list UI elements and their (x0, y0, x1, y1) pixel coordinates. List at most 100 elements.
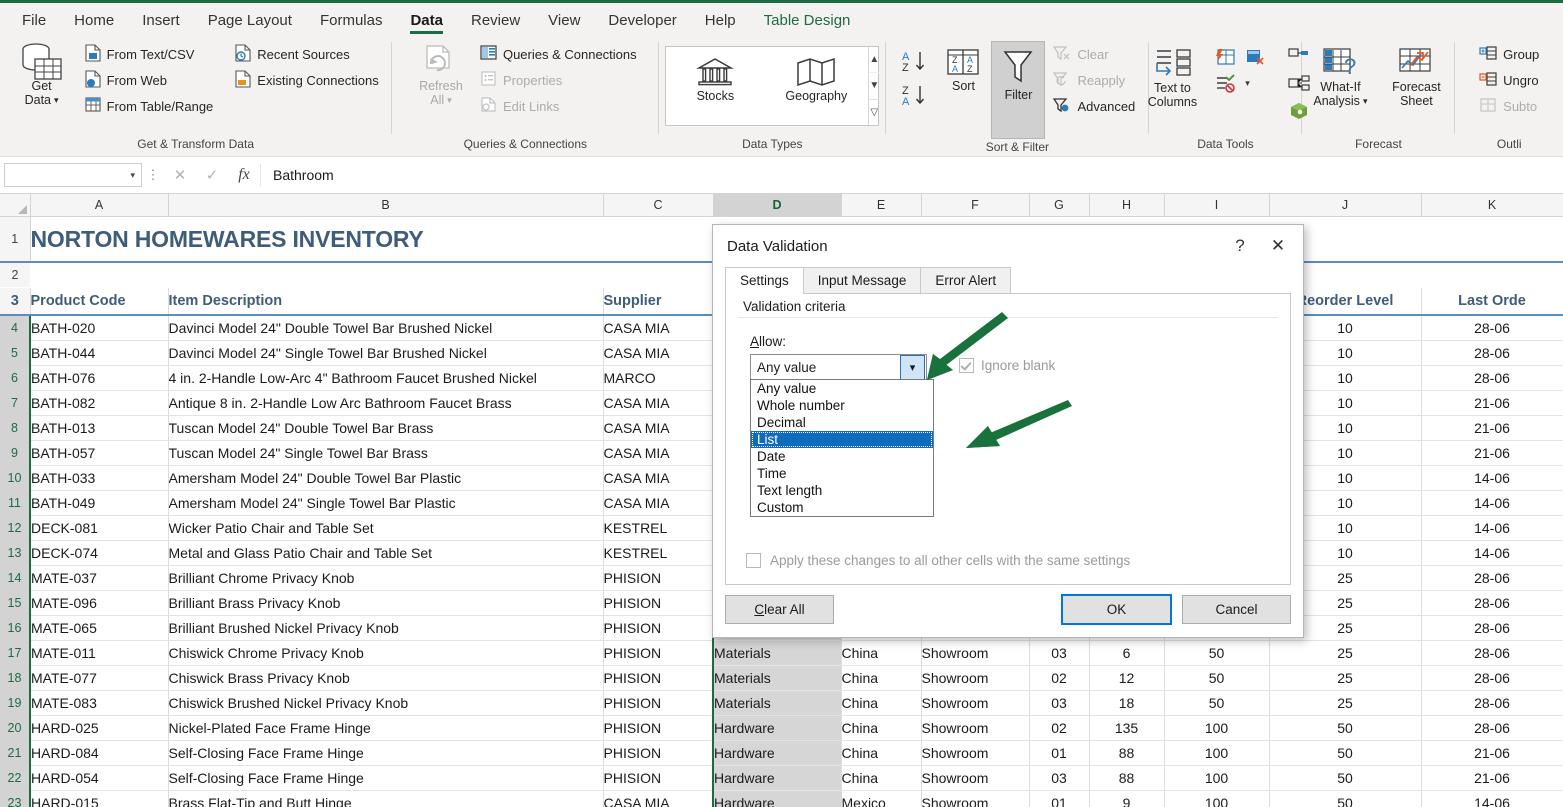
row-header-1[interactable]: 1 (0, 217, 30, 263)
cell-item-description[interactable]: Tuscan Model 24" Double Towel Bar Brass (168, 416, 603, 441)
column-header-i[interactable]: I (1164, 194, 1269, 217)
name-box[interactable]: ▾ (4, 163, 142, 187)
cell-supplier[interactable]: KESTREL (603, 541, 713, 566)
cell-supplier[interactable]: PHISION (603, 616, 713, 641)
cell-product-code[interactable]: MATE-011 (30, 641, 168, 666)
scroll-up-icon[interactable]: ▲ (869, 47, 879, 72)
cell-item-description[interactable]: Brass Flat-Tip and Butt Hinge (168, 791, 603, 807)
from-web-button[interactable]: From Web (81, 67, 218, 93)
allow-option-date[interactable]: Date (751, 448, 933, 465)
cell-country[interactable]: China (841, 641, 921, 666)
allow-option-decimal[interactable]: Decimal (751, 414, 933, 431)
row-header-8[interactable]: 8 (0, 416, 30, 441)
cell-item-description[interactable]: Brilliant Brass Privacy Knob (168, 591, 603, 616)
ribbon-tab-home[interactable]: Home (60, 6, 128, 36)
row-header-21[interactable]: 21 (0, 741, 30, 766)
column-header-c[interactable]: C (603, 194, 713, 217)
cell-supplier[interactable]: CASA MIA (603, 466, 713, 491)
help-icon[interactable]: ? (1221, 229, 1259, 263)
cell-location[interactable]: Showroom (921, 766, 1029, 791)
from-text-csv-button[interactable]: From Text/CSV (81, 41, 218, 67)
table-row[interactable]: 22HARD-054Self-Closing Face Frame HingeP… (0, 766, 1563, 791)
cell-location[interactable]: Showroom (921, 791, 1029, 807)
cell-supplier[interactable]: PHISION (603, 716, 713, 741)
cell-quantity[interactable]: 88 (1089, 741, 1164, 766)
cell-quantity[interactable]: 6 (1089, 641, 1164, 666)
table-row[interactable]: 19MATE-083Chiswick Brushed Nickel Privac… (0, 691, 1563, 716)
cell-item-description[interactable]: Davinci Model 24" Single Towel Bar Brush… (168, 341, 603, 366)
cell-item-description[interactable]: Self-Closing Face Frame Hinge (168, 766, 603, 791)
ignore-blank-checkbox[interactable] (959, 358, 974, 373)
row-header-17[interactable]: 17 (0, 641, 30, 666)
cell-product-code[interactable]: BATH-049 (30, 491, 168, 516)
cell-aisle[interactable]: 02 (1029, 666, 1089, 691)
cell-last-order[interactable]: 14-06 (1421, 541, 1563, 566)
row-header-16[interactable]: 16 (0, 616, 30, 641)
cell-quantity[interactable]: 88 (1089, 766, 1164, 791)
cell-quantity[interactable]: 9 (1089, 791, 1164, 807)
cell-aisle[interactable]: 01 (1029, 741, 1089, 766)
allow-option-text-length[interactable]: Text length (751, 482, 933, 499)
cell-item-description[interactable]: 4 in. 2-Handle Low-Arc 4" Bathroom Fauce… (168, 366, 603, 391)
allow-option-custom[interactable]: Custom (751, 499, 933, 516)
cell-location[interactable]: Showroom (921, 641, 1029, 666)
allow-option-any-value[interactable]: Any value (751, 380, 933, 397)
from-table-range-button[interactable]: From Table/Range (81, 93, 218, 119)
row-header-6[interactable]: 6 (0, 366, 30, 391)
cell-product-code[interactable]: MATE-083 (30, 691, 168, 716)
edit-links-button[interactable]: Edit Links (476, 93, 641, 119)
cell-reorder-level[interactable]: 50 (1269, 741, 1421, 766)
allow-option-time[interactable]: Time (751, 465, 933, 482)
allow-option-whole-number[interactable]: Whole number (751, 397, 933, 414)
data-types-scroll[interactable]: ▲ ▼ ▽ (868, 47, 879, 125)
cell-last-order[interactable]: 14-06 (1421, 516, 1563, 541)
cell-item-description[interactable]: Metal and Glass Patio Chair and Table Se… (168, 541, 603, 566)
cell-last-order[interactable]: 21-06 (1421, 391, 1563, 416)
cell-item-description[interactable]: Davinci Model 24" Double Towel Bar Brush… (168, 315, 603, 341)
refresh-all-button[interactable]: Refresh All▾ (410, 41, 472, 111)
cell-level[interactable]: 50 (1164, 641, 1269, 666)
ribbon-tab-view[interactable]: View (534, 6, 594, 36)
gallery-more-icon[interactable]: ▽ (869, 99, 879, 125)
row-header-19[interactable]: 19 (0, 691, 30, 716)
row-header-13[interactable]: 13 (0, 541, 30, 566)
cell-product-code[interactable]: MATE-096 (30, 591, 168, 616)
cell-item-description[interactable]: Amersham Model 24" Double Towel Bar Plas… (168, 466, 603, 491)
cell-last-order[interactable]: 28-06 (1421, 666, 1563, 691)
cell-product-code[interactable]: HARD-054 (30, 766, 168, 791)
cell-product-code[interactable]: BATH-082 (30, 391, 168, 416)
cell-supplier[interactable]: PHISION (603, 691, 713, 716)
what-if-analysis-button[interactable]: ? What-If Analysis▾ (1302, 42, 1378, 112)
cell-item-description[interactable]: Chiswick Brushed Nickel Privacy Knob (168, 691, 603, 716)
cell-last-order[interactable]: 28-06 (1421, 315, 1563, 341)
ribbon-tab-formulas[interactable]: Formulas (306, 6, 397, 36)
cell-supplier[interactable]: PHISION (603, 641, 713, 666)
ribbon-tab-developer[interactable]: Developer (594, 6, 690, 36)
cell-reorder-level[interactable]: 50 (1269, 791, 1421, 807)
select-all-corner[interactable] (0, 194, 30, 217)
row-header-22[interactable]: 22 (0, 766, 30, 791)
row-header-3[interactable]: 3 (0, 288, 30, 316)
table-row[interactable]: 23HARD-015Brass Flat-Tip and Butt HingeC… (0, 791, 1563, 807)
cell-product-code[interactable]: DECK-074 (30, 541, 168, 566)
cell-item-description[interactable]: Wicker Patio Chair and Table Set (168, 516, 603, 541)
cell-product-code[interactable]: BATH-020 (30, 315, 168, 341)
cell-level[interactable]: 100 (1164, 741, 1269, 766)
tab-error-alert[interactable]: Error Alert (920, 267, 1011, 294)
sort-asc-button[interactable]: AZ (895, 45, 935, 79)
cell-reorder-level[interactable]: 25 (1269, 641, 1421, 666)
scroll-down-icon[interactable]: ▼ (869, 72, 879, 98)
column-header-k[interactable]: K (1421, 194, 1563, 217)
column-header-j[interactable]: J (1269, 194, 1421, 217)
data-types-gallery[interactable]: Stocks Geography (665, 46, 879, 126)
row-header-23[interactable]: 23 (0, 791, 30, 807)
cell-last-order[interactable]: 28-06 (1421, 616, 1563, 641)
row-header-18[interactable]: 18 (0, 666, 30, 691)
cell-country[interactable]: China (841, 766, 921, 791)
geography-button[interactable]: Geography (764, 47, 868, 125)
tab-settings[interactable]: Settings (725, 267, 804, 294)
formula-bar-grip[interactable]: ⋮ (142, 167, 164, 183)
cancel-button[interactable]: Cancel (1182, 595, 1291, 624)
cell-category[interactable]: Hardware (713, 741, 841, 766)
queries-connections-button[interactable]: Queries & Connections (476, 41, 641, 67)
